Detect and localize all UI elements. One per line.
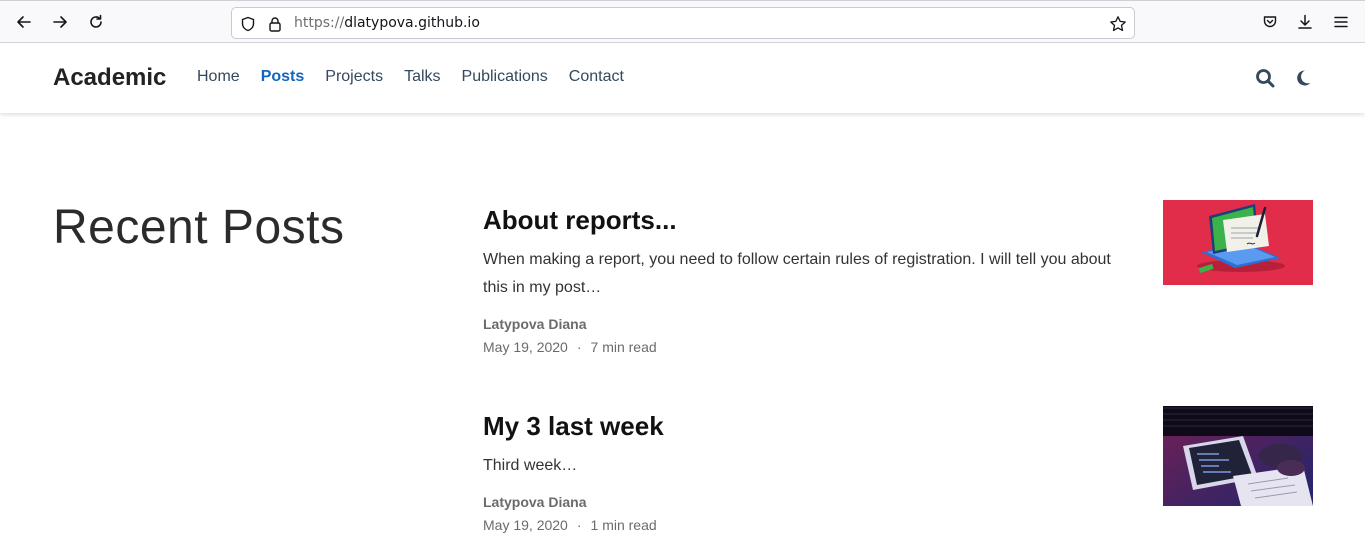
- post-meta: May 19, 2020 · 1 min read: [483, 517, 1313, 533]
- hamburger-menu-icon: [1334, 16, 1348, 28]
- site-brand[interactable]: Academic: [53, 64, 166, 92]
- address-bar[interactable]: https://dlatypova.github.io: [231, 7, 1135, 39]
- tablet-code-photo-icon: [1163, 406, 1313, 506]
- bookmark-star-icon[interactable]: [1108, 14, 1128, 34]
- pocket-button[interactable]: [1257, 9, 1283, 35]
- menu-item-publications[interactable]: Publications: [462, 68, 548, 86]
- dark-mode-moon-icon[interactable]: [1292, 67, 1314, 89]
- menu-item-home[interactable]: Home: [197, 68, 240, 86]
- lock-icon[interactable]: [265, 14, 285, 34]
- post-thumbnail[interactable]: [1163, 406, 1313, 506]
- menu-item-contact[interactable]: Contact: [569, 68, 624, 86]
- back-button[interactable]: [11, 9, 37, 35]
- shield-icon[interactable]: [238, 14, 258, 34]
- meta-separator: ·: [576, 517, 582, 533]
- post-thumbnail[interactable]: [1163, 200, 1313, 285]
- back-arrow-icon: [17, 16, 31, 28]
- reload-button[interactable]: [83, 9, 109, 35]
- browser-toolbar: https://dlatypova.github.io: [0, 0, 1365, 43]
- post-meta: May 19, 2020 · 7 min read: [483, 339, 1313, 355]
- forward-arrow-icon: [53, 16, 67, 28]
- post-date: May 19, 2020: [483, 517, 568, 533]
- forward-button[interactable]: [47, 9, 73, 35]
- url-text[interactable]: https://dlatypova.github.io: [294, 15, 480, 31]
- post-author[interactable]: Latypova Diana: [483, 316, 1313, 332]
- post-summary: Third week…: [483, 457, 578, 474]
- site-navbar: Academic Home Posts Projects Talks Publi…: [0, 43, 1365, 113]
- section-title: Recent Posts: [53, 201, 345, 254]
- app-menu-button[interactable]: [1328, 9, 1354, 35]
- downloads-button[interactable]: [1292, 9, 1318, 35]
- post-card: My 3 last week Third week… Latypova Dian…: [483, 406, 1313, 533]
- post-card: About reports... When making a report, y…: [483, 200, 1313, 355]
- menu-item-talks[interactable]: Talks: [404, 68, 440, 86]
- menu-item-projects[interactable]: Projects: [325, 68, 383, 86]
- pocket-icon: [1263, 16, 1277, 28]
- reload-icon: [90, 14, 102, 28]
- main-menu: Home Posts Projects Talks Publications C…: [197, 68, 645, 86]
- download-icon: [1298, 14, 1312, 29]
- post-read-time: 1 min read: [590, 517, 657, 533]
- post-date: May 19, 2020: [483, 339, 568, 355]
- menu-item-posts[interactable]: Posts: [261, 68, 305, 86]
- search-icon[interactable]: [1254, 67, 1276, 89]
- post-read-time: 7 min read: [590, 339, 657, 355]
- post-summary: When making a report, you need to follow…: [483, 251, 1111, 296]
- laptop-document-illustration-icon: [1197, 204, 1285, 274]
- url-host: dlatypova.github.io: [344, 15, 480, 31]
- url-protocol: https://: [294, 15, 345, 31]
- meta-separator: ·: [576, 339, 582, 355]
